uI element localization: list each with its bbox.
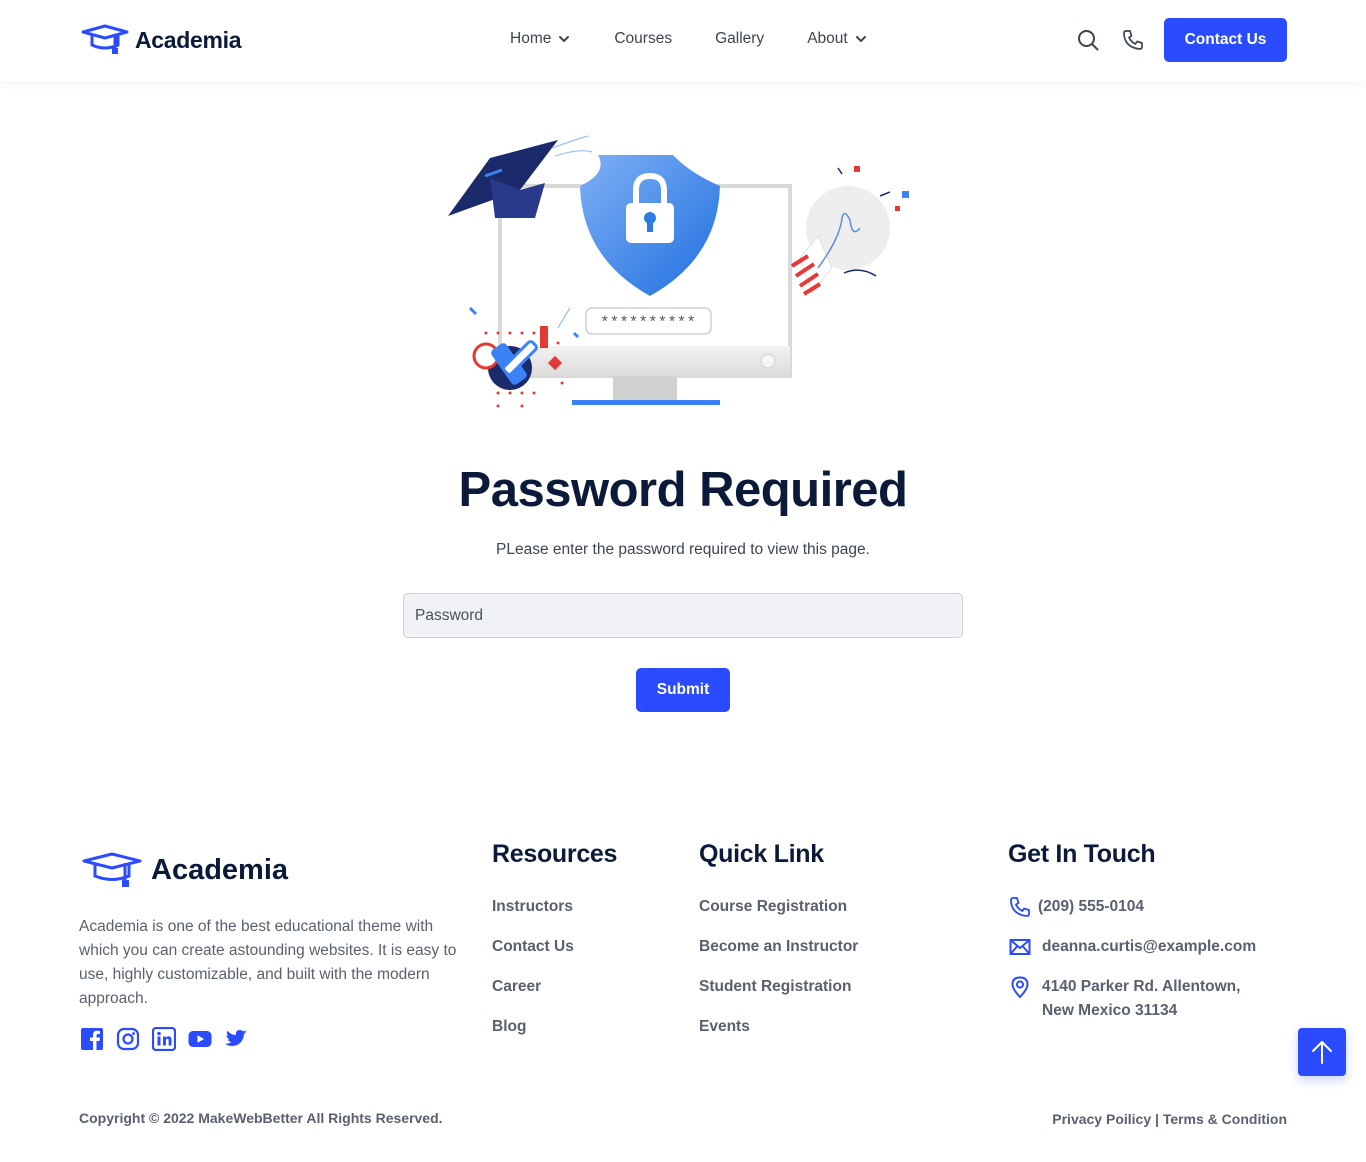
security-illustration: ********** (448, 135, 909, 408)
nav-item-home[interactable]: Home (510, 30, 571, 48)
facebook-icon[interactable] (80, 1027, 104, 1051)
search-icon[interactable] (1076, 28, 1100, 52)
location-pin-icon (1011, 976, 1029, 999)
quick-links: Course Registration Become an Instructor… (699, 896, 858, 1056)
contact-email-text: deanna.curtis@example.com (1042, 938, 1257, 955)
graduation-cap-icon (81, 24, 129, 54)
graduation-cap-icon (82, 852, 142, 887)
phone-icon[interactable] (1121, 28, 1145, 52)
get-in-touch-heading: Get In Touch (1008, 840, 1156, 868)
footer-link-events[interactable]: Events (699, 1016, 858, 1056)
main-nav: Home Courses Gallery About (510, 30, 911, 48)
footer-link-contact-us[interactable]: Contact Us (492, 936, 574, 976)
privacy-policy-link[interactable]: Privacy Poilicy (1052, 1111, 1151, 1127)
page-title: Password Required (458, 463, 908, 517)
linkedin-icon[interactable] (152, 1027, 176, 1051)
nav-label: About (807, 30, 848, 47)
contact-phone[interactable]: (209) 555-0104 (1008, 895, 1144, 919)
contact-address-line2: New Mexico 31134 (1042, 1002, 1178, 1019)
footer-link-become-instructor[interactable]: Become an Instructor (699, 936, 858, 976)
contact-us-button[interactable]: Contact Us (1164, 18, 1287, 62)
social-links (80, 1027, 248, 1051)
scroll-to-top-button[interactable] (1298, 1028, 1346, 1076)
footer-link-instructors[interactable]: Instructors (492, 896, 574, 936)
page-subtitle: PLease enter the password required to vi… (496, 541, 870, 558)
chevron-down-icon (559, 36, 570, 42)
resources-links: Instructors Contact Us Career Blog (492, 896, 574, 1056)
contact-address: 4140 Parker Rd. Allentown, New Mexico 31… (1008, 975, 1240, 1023)
footer-link-career[interactable]: Career (492, 976, 574, 1016)
footer-about-text: Academia is one of the best educational … (79, 918, 457, 1007)
masked-password-text: ********** (600, 314, 696, 332)
nav-item-gallery[interactable]: Gallery (715, 30, 764, 48)
mail-icon (1009, 939, 1031, 955)
copyright-text: Copyright © 2022 MakeWebBetter All Right… (79, 1110, 443, 1126)
resources-heading: Resources (492, 840, 618, 868)
quick-link-heading: Quick Link (699, 840, 824, 868)
submit-button[interactable]: Submit (636, 668, 730, 712)
legal-separator: | (1155, 1111, 1159, 1127)
footer-link-student-registration[interactable]: Student Registration (699, 976, 858, 1016)
footer-link-course-registration[interactable]: Course Registration (699, 896, 858, 936)
nav-label: Gallery (715, 30, 765, 47)
brand-name: Academia (135, 26, 242, 53)
password-input[interactable] (403, 593, 963, 638)
phone-icon (1010, 897, 1030, 917)
terms-link[interactable]: Terms & Condition (1163, 1111, 1287, 1127)
chevron-down-icon (855, 36, 866, 42)
nav-item-about[interactable]: About (807, 30, 868, 48)
footer-logo[interactable]: Academia (81, 852, 288, 888)
nav-item-courses[interactable]: Courses (614, 30, 672, 48)
footer-link-blog[interactable]: Blog (492, 1016, 574, 1056)
instagram-icon[interactable] (116, 1027, 140, 1051)
contact-email[interactable]: deanna.curtis@example.com (1008, 935, 1256, 959)
twitter-icon[interactable] (224, 1027, 248, 1051)
contact-phone-text: (209) 555-0104 (1038, 898, 1144, 915)
site-header: Academia Home Courses Gallery About Cont… (0, 0, 1366, 81)
nav-label: Home (510, 30, 552, 47)
header-logo[interactable]: Academia (81, 24, 242, 56)
youtube-icon[interactable] (188, 1027, 212, 1051)
nav-label: Courses (614, 30, 673, 47)
legal-links: Privacy Poilicy | Terms & Condition (1052, 1111, 1287, 1127)
footer-brand-name: Academia (151, 853, 289, 886)
contact-address-line1: 4140 Parker Rd. Allentown, (1042, 978, 1241, 995)
arrow-up-icon (1312, 1041, 1332, 1064)
